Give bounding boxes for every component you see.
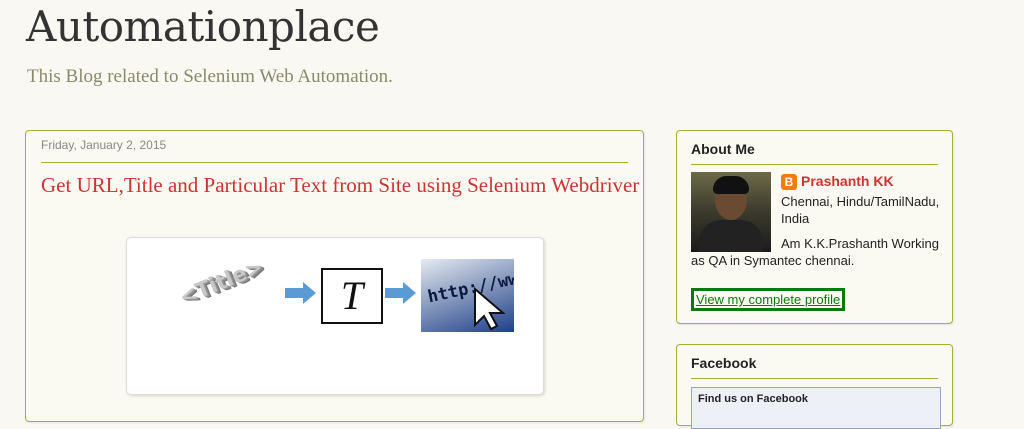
facebook-like-box[interactable]: Find us on Facebook xyxy=(691,387,941,429)
main-post-panel: Friday, January 2, 2015 Get URL,Title an… xyxy=(25,130,644,422)
facebook-heading: Facebook xyxy=(691,355,757,371)
text-icon: T xyxy=(321,268,383,324)
arrow-right-icon xyxy=(285,282,316,304)
profile-bio: Am K.K.Prashanth Working as QA in Symant… xyxy=(691,236,939,268)
http-graphic: http://www xyxy=(421,259,514,332)
about-me-widget: About Me B Prashanth KK Chennai, Hindu/T… xyxy=(676,130,953,324)
widget-divider xyxy=(691,164,938,165)
post-image[interactable]: <Title> T http://www xyxy=(126,237,544,395)
facebook-widget: Facebook Find us on Facebook xyxy=(676,344,953,429)
blog-title[interactable]: Automationplace xyxy=(26,2,380,51)
cursor-icon xyxy=(474,287,506,331)
widget-divider xyxy=(691,378,938,379)
profile-name-link[interactable]: Prashanth KK xyxy=(801,173,894,189)
post-divider xyxy=(41,162,628,163)
find-us-on-facebook-label: Find us on Facebook xyxy=(698,393,809,405)
blogger-icon: B xyxy=(781,174,797,190)
blog-description: This Blog related to Selenium Web Automa… xyxy=(27,66,393,87)
post-date: Friday, January 2, 2015 xyxy=(41,138,167,152)
view-profile-link[interactable]: View my complete profile xyxy=(691,288,846,311)
post-title-link[interactable]: Get URL,Title and Particular Text from S… xyxy=(41,173,641,198)
title-tag-graphic: <Title> xyxy=(175,254,267,310)
about-me-heading: About Me xyxy=(691,141,755,157)
arrow-right-icon xyxy=(385,282,416,304)
profile-location: Chennai, Hindu/TamilNadu, India xyxy=(781,194,940,226)
